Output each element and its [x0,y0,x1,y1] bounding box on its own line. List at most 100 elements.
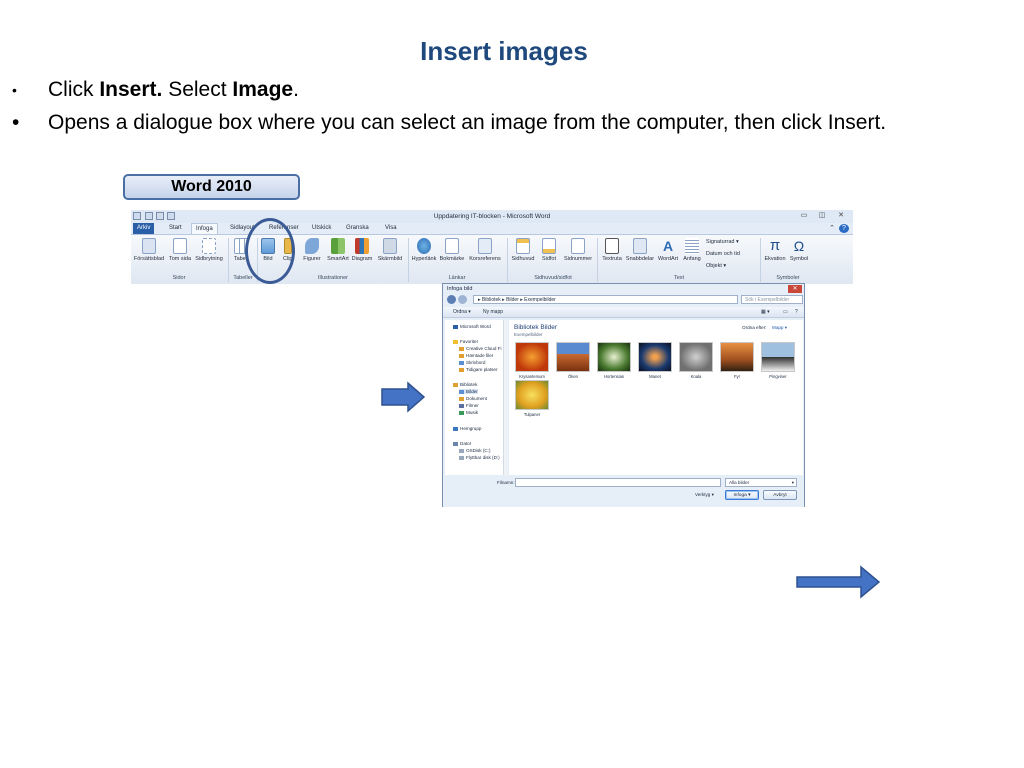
view-icon[interactable]: ▦ ▾ [761,309,770,315]
crossref-label: Korsreferens [469,256,501,262]
organize-button[interactable]: Ordna ▾ [453,309,471,315]
library-subtitle: Exempelbilder [514,332,543,337]
group-separator [597,238,598,282]
screenshot-button[interactable]: Skärmbild [375,238,405,262]
equation-button[interactable]: π Ekvation [762,238,788,263]
symbol-button[interactable]: Ω Symbol [788,238,810,262]
chart-icon [355,238,369,254]
folder-icon [459,353,464,358]
bullet1-insert: Insert. [99,78,163,101]
nav-computer[interactable]: Dator [453,441,471,446]
nav-homegroup-label: Hemgrupp [460,426,482,431]
nav-homegroup[interactable]: Hemgrupp [453,426,481,431]
symbol-label: Symbol [789,256,809,262]
tab-utskick[interactable]: Utskick [308,223,335,234]
image-thumbnail[interactable] [556,342,590,372]
image-thumbnail[interactable] [515,342,549,372]
help-icon[interactable]: ? [795,309,798,315]
maximize-button[interactable]: ◫ [817,211,827,220]
nav-item[interactable]: Musik [459,410,478,415]
image-label: Koala [690,374,702,379]
crossref-icon [478,238,492,254]
nav-scrollbar[interactable] [503,320,508,475]
slide-title: Insert images [420,36,588,66]
hyperlink-button[interactable]: Hyperlänk [410,238,438,262]
image-label: Pingviner [769,374,787,379]
dialog-close-button[interactable]: ✕ [788,285,802,293]
back-icon[interactable] [447,295,456,304]
crossref-button[interactable]: Korsreferens [467,238,503,262]
file-type-value: Alla bilder [729,480,750,485]
file-list: Bibliotek Bilder Exempelbilder Ordna eft… [509,320,803,475]
object-button[interactable]: Objekt ▾ [706,263,726,269]
page-break-button[interactable]: Sidbrytning [193,238,225,262]
nav-word-label: Microsoft Word [460,324,491,329]
cancel-button[interactable]: Avbryt [763,490,797,500]
close-button[interactable]: ✕ [836,211,846,220]
minimize-button[interactable]: ▭ [799,211,809,220]
new-folder-button[interactable]: Ny mapp [483,309,503,315]
smartart-button[interactable]: SmartArt [325,238,351,262]
image-label: Manet [649,374,661,379]
nav-microsoft-word[interactable]: Microsoft Word [453,324,491,329]
library-icon [453,382,458,387]
nav-item[interactable]: Dokument [459,396,487,401]
tools-menu[interactable]: Verktyg ▾ [695,492,714,498]
shapes-button[interactable]: Figurer [299,238,325,262]
cover-page-button[interactable]: Försättsblad [133,238,165,262]
page-number-button[interactable]: Sidnummer [561,238,595,262]
ribbon-collapse-icon[interactable]: ⌃ [827,224,837,233]
image-thumbnail[interactable] [597,342,631,372]
drive-icon [459,448,464,453]
bullet-glyph: • [12,82,17,99]
date-time-button[interactable]: Datum och tid [706,251,740,257]
tab-granska[interactable]: Granska [342,223,373,234]
blank-page-button[interactable]: Tom sida [169,238,191,262]
tab-visa[interactable]: Visa [381,223,401,234]
nav-item[interactable]: Flyttbar disk (D:) [459,455,500,460]
nav-item-selected[interactable]: Bilder [459,389,478,394]
hyperlink-icon [417,238,431,254]
image-thumbnail[interactable] [679,342,713,372]
forward-icon[interactable] [458,295,467,304]
search-input[interactable]: Sök i Exempelbilder [741,295,803,304]
nav-item[interactable]: Tidigare platser [459,367,498,372]
dropcap-button[interactable]: Anfang [681,238,703,262]
address-bar[interactable]: ▸ Bibliotek ▸ Bilder ▸ Exempelbilder [473,295,738,304]
header-button[interactable]: Sidhuvud [509,238,537,262]
wordart-button[interactable]: A WordArt [655,238,681,262]
help-icon[interactable]: ? [839,224,849,233]
image-thumbnail[interactable] [761,342,795,372]
nav-item[interactable]: Creative Cloud Fi [459,346,502,351]
image-label: Öken [567,374,578,379]
image-thumbnail[interactable] [638,342,672,372]
file-type-select[interactable]: Alla bilder ▾ [725,478,797,487]
nav-favorites[interactable]: Favoriter [453,339,478,344]
homegroup-icon [453,426,458,431]
tab-arkiv[interactable]: Arkiv [133,223,155,234]
footer-button[interactable]: Sidfot [538,238,560,262]
filename-label: Filnamn: [497,480,515,485]
page-number-icon [571,238,585,254]
page-break-icon [202,238,216,254]
textbox-icon [605,238,619,254]
image-thumbnail[interactable] [720,342,754,372]
image-thumbnail[interactable] [515,380,549,410]
tab-infoga[interactable]: Infoga [191,223,218,234]
tab-start[interactable]: Start [165,223,186,234]
nav-item[interactable]: Filmer [459,403,479,408]
nav-item[interactable]: OSDisk (C:) [459,448,491,453]
filename-input[interactable] [515,478,721,487]
preview-pane-icon[interactable]: ▭ [783,309,788,315]
nav-libraries[interactable]: Bibliotek [453,382,477,387]
arrange-by-select[interactable]: Mapp ▾ [772,325,787,331]
quickparts-button[interactable]: Snabbdelar [625,238,655,262]
nav-item[interactable]: Skrivbord [459,360,485,365]
chart-button[interactable]: Diagram [349,238,375,262]
bookmark-button[interactable]: Bokmärke [438,238,466,262]
textbox-button[interactable]: Textruta [599,238,625,262]
insert-button[interactable]: Infoga ▾ [725,490,759,500]
nav-item[interactable]: Hämtade filer [459,353,493,358]
signature-line-button[interactable]: Signaturrad ▾ [706,239,739,245]
word-ribbon: Uppdatering IT-blocken - Microsoft Word … [131,210,853,284]
